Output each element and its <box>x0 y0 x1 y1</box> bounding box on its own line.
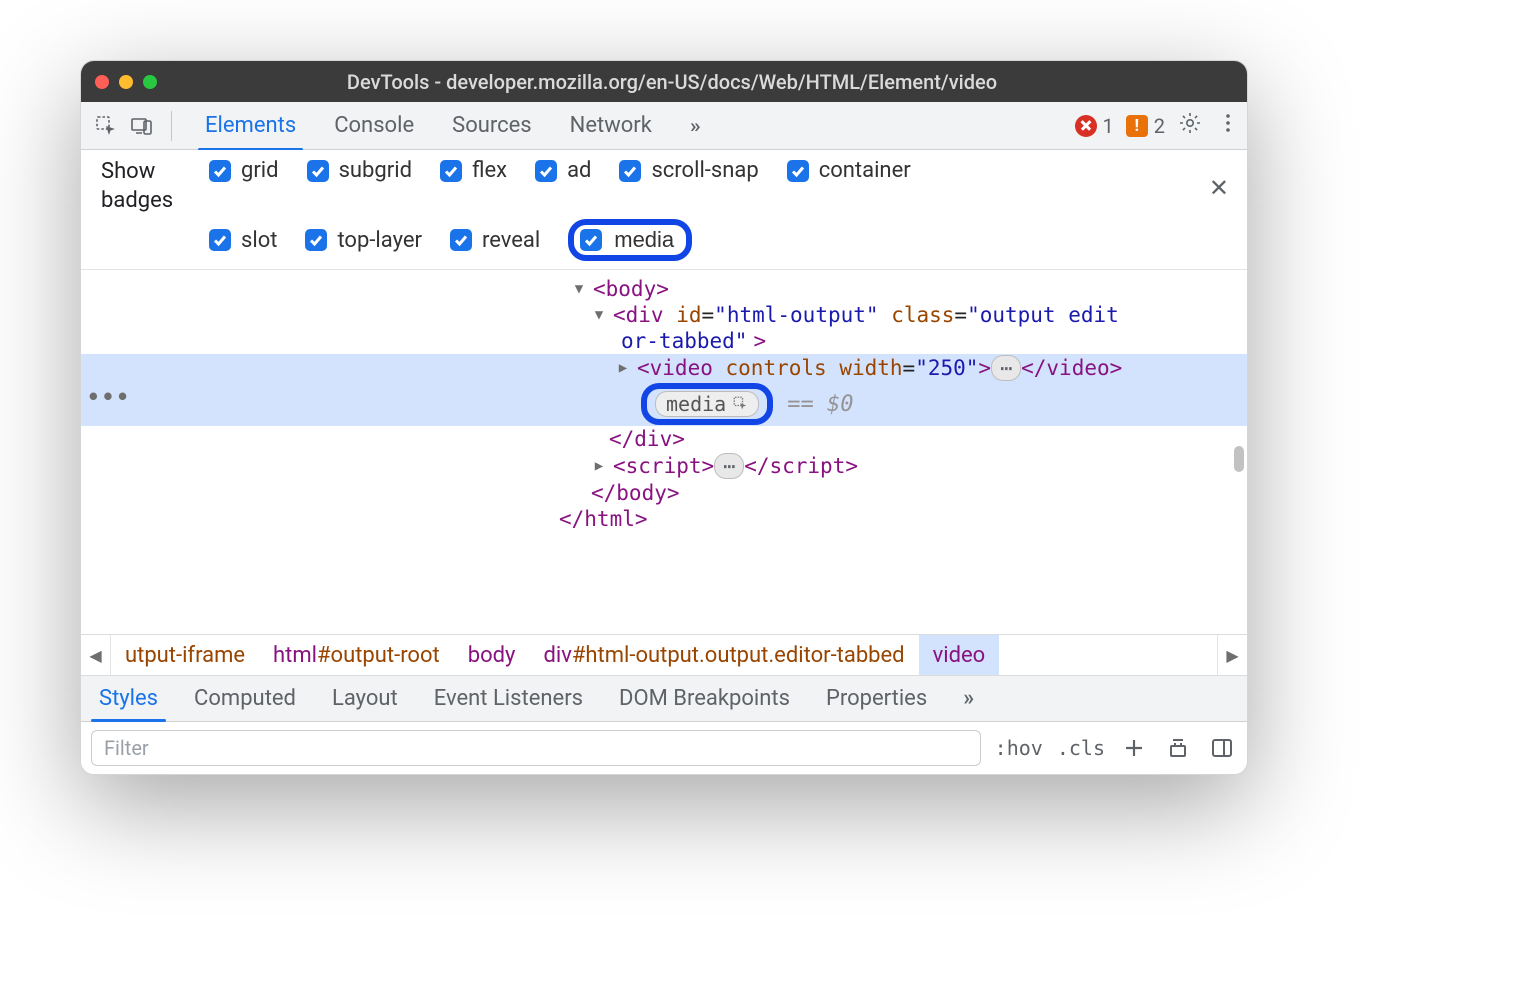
toolbar-divider <box>171 111 172 141</box>
scrollbar-thumb[interactable] <box>1234 446 1244 472</box>
selected-node-indicator: == $0 <box>787 392 853 417</box>
badge-toggle-media-highlighted[interactable]: media <box>568 219 692 261</box>
badge-toggle-scroll-snap[interactable]: scroll-snap <box>619 158 758 183</box>
badges-label: Showbadges <box>101 158 191 215</box>
ellipsis-pill[interactable]: ⋯ <box>991 355 1021 381</box>
styles-subtabs: Styles Computed Layout Event Listeners D… <box>81 676 1247 722</box>
tab-sources[interactable]: Sources <box>433 102 551 150</box>
error-count-value: 1 <box>1103 114 1114 138</box>
gutter-indicator-icon: ••• <box>87 385 131 409</box>
new-style-rule-icon[interactable] <box>1119 733 1149 763</box>
crumb-scroll-left-icon[interactable]: ◀ <box>81 635 111 675</box>
warning-icon: ! <box>1126 115 1148 137</box>
disclosure-triangle-icon[interactable] <box>571 281 587 297</box>
ellipsis-pill[interactable]: ⋯ <box>714 453 744 479</box>
checkbox-icon <box>787 160 809 182</box>
badge-toggle-subgrid[interactable]: subgrid <box>307 158 412 183</box>
panel-tabs: Elements Console Sources Network » <box>186 102 720 150</box>
styles-filter-row: :hov .cls <box>81 722 1247 774</box>
toggle-sidebar-icon[interactable] <box>1207 733 1237 763</box>
warning-count-value: 2 <box>1154 114 1165 138</box>
breadcrumb-item[interactable]: body <box>454 635 530 675</box>
inspect-element-icon[interactable] <box>91 111 121 141</box>
error-icon <box>1075 115 1097 137</box>
breadcrumb-item[interactable]: utput-iframe <box>111 635 259 675</box>
warning-count[interactable]: ! 2 <box>1126 114 1165 138</box>
checkbox-icon <box>580 229 602 251</box>
badge-toggle-flex[interactable]: flex <box>440 158 507 183</box>
breadcrumb-item[interactable]: div#html-output.output.editor-tabbed <box>529 635 918 675</box>
subtab-properties[interactable]: Properties <box>808 676 945 721</box>
checkbox-icon <box>209 229 231 251</box>
badge-toggle-ad[interactable]: ad <box>535 158 591 183</box>
badges-settings-bar: Showbadges grid subgrid flex ad scroll-s… <box>81 150 1247 270</box>
subtab-layout[interactable]: Layout <box>314 676 416 721</box>
badge-toggle-container[interactable]: container <box>787 158 911 183</box>
titlebar: DevTools - developer.mozilla.org/en-US/d… <box>81 61 1247 102</box>
disclosure-triangle-icon[interactable] <box>591 307 607 323</box>
checkbox-icon <box>305 229 327 251</box>
breadcrumb-item-selected[interactable]: video <box>919 635 1000 675</box>
close-badges-bar-icon[interactable]: ✕ <box>1209 176 1229 200</box>
dom-node-media-badge-row: media == $0 <box>81 382 1247 426</box>
settings-icon[interactable] <box>1177 111 1203 140</box>
badge-toggle-reveal[interactable]: reveal <box>450 219 540 261</box>
cls-toggle-button[interactable]: .cls <box>1057 736 1105 760</box>
disclosure-triangle-icon[interactable] <box>615 360 631 376</box>
close-window-icon[interactable] <box>95 75 109 89</box>
dom-node-video-selected[interactable]: <video controls width="250">⋯</video> <box>81 354 1247 382</box>
more-options-icon[interactable] <box>1215 111 1241 140</box>
checkbox-icon <box>619 160 641 182</box>
checkbox-icon <box>307 160 329 182</box>
styles-filter-input[interactable] <box>91 730 981 766</box>
media-badge-highlighted[interactable]: media <box>641 383 773 425</box>
badge-toggle-slot[interactable]: slot <box>209 219 277 261</box>
subtab-styles[interactable]: Styles <box>81 676 176 721</box>
disclosure-triangle-icon[interactable] <box>591 458 607 474</box>
tab-network[interactable]: Network <box>551 102 671 150</box>
checkbox-icon <box>450 229 472 251</box>
subtab-computed[interactable]: Computed <box>176 676 314 721</box>
hov-toggle-button[interactable]: :hov <box>995 736 1043 760</box>
breadcrumb-item[interactable]: html#output-root <box>259 635 454 675</box>
subtab-event-listeners[interactable]: Event Listeners <box>416 676 601 721</box>
badge-toggle-top-layer[interactable]: top-layer <box>305 219 422 261</box>
crumb-scroll-right-icon[interactable]: ▶ <box>1217 635 1247 675</box>
more-tabs-button[interactable]: » <box>671 104 720 147</box>
error-count[interactable]: 1 <box>1075 114 1114 138</box>
tab-elements[interactable]: Elements <box>186 102 315 150</box>
more-subtabs-button[interactable]: » <box>945 676 992 721</box>
dom-breadcrumbs: ◀ utput-iframe html#output-root body div… <box>81 634 1247 676</box>
dom-tree[interactable]: ••• <body> <div id="html-output" class="… <box>81 270 1247 634</box>
checkbox-icon <box>535 160 557 182</box>
checkbox-icon <box>440 160 462 182</box>
panel-toolbar: Elements Console Sources Network » 1 ! 2 <box>81 102 1247 150</box>
device-toolbar-icon[interactable] <box>127 111 157 141</box>
tab-console[interactable]: Console <box>315 102 433 150</box>
badge-toggle-grid[interactable]: grid <box>209 158 279 183</box>
window-title: DevTools - developer.mozilla.org/en-US/d… <box>111 70 1233 94</box>
checkbox-icon <box>209 160 231 182</box>
computed-styles-icon[interactable] <box>1163 733 1193 763</box>
devtools-window: DevTools - developer.mozilla.org/en-US/d… <box>80 60 1248 775</box>
subtab-dom-breakpoints[interactable]: DOM Breakpoints <box>601 676 808 721</box>
